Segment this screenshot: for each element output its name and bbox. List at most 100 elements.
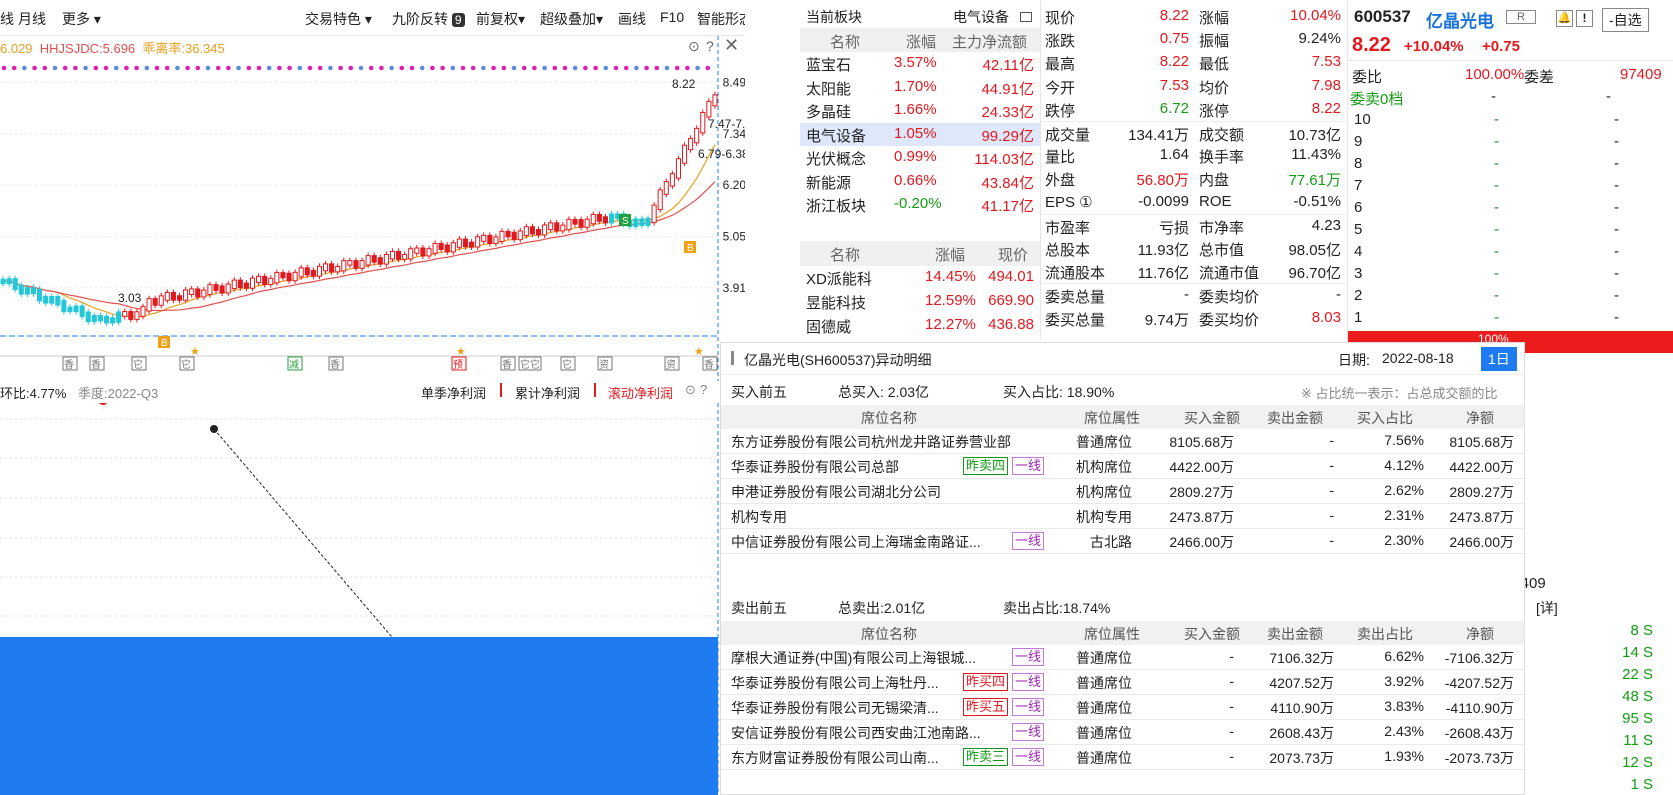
broker-row[interactable]: 华泰证券股份有限公司无锡梁清... 昨买五 一线 普通席位 -4110.90万 3.83%… <box>721 695 1524 720</box>
tab-single-quarter[interactable]: 单季净利润 <box>421 383 486 402</box>
broker-row[interactable]: 申港证券股份有限公司湖北分公司 机构席位 2809.27万 - 2.62% 2809.27… <box>721 479 1524 504</box>
level-price: - <box>1494 177 1499 194</box>
tab-rolling[interactable]: 滚动净利润 <box>608 383 673 402</box>
help-icon-2[interactable]: ⊙ <box>685 382 696 398</box>
broker-row[interactable]: 中信证券股份有限公司上海瑞金南路证... 一线 古北路 2466.00万 - 2.30% 2… <box>721 529 1524 554</box>
period-button[interactable]: 1日 <box>1481 347 1517 371</box>
bell-icon[interactable]: 🔔 <box>1556 10 1573 27</box>
candle-body <box>225 283 231 294</box>
quote-value: -0.0099 <box>1138 192 1189 210</box>
candle-body <box>55 295 61 306</box>
broker-row[interactable]: 机构专用 机构专用 2473.87万 - 2.31% 2473.87万 <box>721 504 1524 529</box>
price-tick: 7.34 <box>723 127 745 141</box>
broker-row[interactable]: 华泰证券股份有限公司上海牡丹... 昨买四 一线 普通席位 -4207.52万 3.92%… <box>721 670 1524 695</box>
candle-body <box>249 277 256 289</box>
price-annotation: 3.03 <box>118 291 142 305</box>
price-annotation: 8.22 <box>672 77 696 91</box>
toolbar-item-adjust[interactable]: 前复权▾ <box>476 9 525 29</box>
tick-trade: 95 S <box>1622 710 1653 727</box>
quote-value: 96.70亿 <box>1288 265 1341 283</box>
broker-name: 摩根大通证券(中国)有限公司上海银城... <box>731 650 976 666</box>
candle-body <box>675 158 681 179</box>
broker-row[interactable]: 东方财富证券股份有限公司山南... 昨卖三 一线 普通席位 -2073.73万 1.93%… <box>721 745 1524 770</box>
broker-row[interactable]: 华泰证券股份有限公司总部 昨卖四 一线 机构席位 4422.00万 - 4.12% 4422.… <box>721 454 1524 479</box>
quote-label: 市净率 <box>1199 219 1245 237</box>
quote-row: 今开 7.53 均价 7.98 <box>1041 75 1347 98</box>
signal-dot <box>83 65 88 71</box>
menu-icon[interactable] <box>1020 12 1032 22</box>
signal-dot <box>481 65 486 71</box>
sector-row[interactable]: 太阳能 1.70% 44.91亿 <box>800 76 1040 99</box>
broker-row[interactable]: 安信证券股份有限公司西安曲江池南路... 一线 普通席位 -2608.43万 2.43%… <box>721 720 1524 745</box>
candle-body <box>207 284 213 296</box>
event-icon-label: 它 <box>133 358 143 371</box>
toolbar-item-draw[interactable]: 画线 <box>618 9 646 29</box>
quote-value: 9.74万 <box>1144 311 1189 329</box>
signal-dot <box>62 65 68 71</box>
sector-flow: 42.11亿 <box>982 57 1034 74</box>
sector-row[interactable]: 多晶硅 1.66% 24.33亿 <box>800 99 1040 122</box>
stock-row[interactable]: XD派能科 14.45% 494.01 <box>800 266 1040 290</box>
candle-body <box>608 213 615 224</box>
candle-body <box>438 242 444 250</box>
candle-body <box>67 306 73 313</box>
toolbar-item-smart-pattern[interactable]: 智能形态 <box>697 9 745 29</box>
stock-row[interactable]: 昱能科技 12.59% 669.90 <box>800 290 1040 314</box>
quote-label: 总股本 <box>1045 242 1091 259</box>
help-icon-3[interactable]: ? <box>700 382 707 397</box>
broker-row[interactable]: 东方证券股份有限公司杭州龙井路证券营业部 普通席位 8105.68万 - 7.56% 81… <box>721 429 1524 454</box>
quote-label: 振幅 <box>1199 33 1230 51</box>
toolbar-item-overlay[interactable]: 超级叠加▾ <box>540 9 603 29</box>
signal-dot <box>440 65 445 71</box>
candle-body <box>578 219 584 228</box>
moving-average-line <box>3 181 716 312</box>
sector-row[interactable]: 蓝宝石 3.57% 42.11亿 <box>800 52 1040 75</box>
quote-value: 98.05亿 <box>1288 242 1341 259</box>
stock-row[interactable]: 固德威 12.27% 436.88 <box>800 314 1040 338</box>
signal-dot <box>164 65 170 71</box>
stock-price: 669.90 <box>988 292 1034 309</box>
toolbar-item-f10[interactable]: F10 <box>660 9 684 25</box>
toolbar-item-nine-reversal[interactable]: 九阶反转 9 <box>392 9 465 29</box>
detail-link[interactable]: [详] <box>1536 598 1558 618</box>
quote-label: 外盘 <box>1045 172 1076 190</box>
date-value[interactable]: 2022-08-18 <box>1382 350 1454 366</box>
signal-dot <box>501 65 507 71</box>
toolbar-item-more[interactable]: 更多 ▾ <box>62 9 101 29</box>
candle-body <box>329 263 335 273</box>
candle-body <box>91 314 97 323</box>
sector-row[interactable]: 新能源 0.66% 43.84亿 <box>800 170 1040 193</box>
signal-dot <box>103 65 109 71</box>
signal-dot <box>226 65 231 71</box>
toolbar-item-month[interactable]: 月线 <box>18 9 46 29</box>
self-select-button[interactable]: -自选 <box>1602 8 1649 32</box>
quote-label: 市盈率 <box>1045 219 1091 237</box>
sector-row[interactable]: 光伏概念 0.99% 114.03亿 <box>800 146 1040 169</box>
sector-row[interactable]: 电气设备 1.05% 99.29亿 <box>800 122 1040 146</box>
signal-dot <box>583 65 588 71</box>
toolbar-item-line[interactable]: 线 <box>0 9 14 29</box>
seat-attribute: 古北路 <box>1090 534 1132 550</box>
signal-dot <box>532 65 537 71</box>
toolbar-item-trade-feature[interactable]: 交易特色 ▾ <box>305 9 372 29</box>
candle-body <box>663 181 669 195</box>
quote-label: 涨停 <box>1199 102 1230 120</box>
candle-body <box>359 260 365 269</box>
alert-icon[interactable]: ! <box>1576 10 1593 27</box>
signal-dot <box>379 65 384 71</box>
sector-row[interactable]: 浙江板块 -0.20% 41.17亿 <box>800 193 1040 216</box>
net-amount: 2473.87万 <box>1449 509 1514 525</box>
weibi-value: 100.00% <box>1465 66 1525 83</box>
broker-row[interactable]: 摩根大通证券(中国)有限公司上海银城... 一线 普通席位 -7106.32万 6.62… <box>721 645 1524 670</box>
signal-dot <box>348 65 354 71</box>
event-icon-label: 它 <box>562 358 572 371</box>
kline-chart[interactable]: 6.029 HHJSJDC:5.696 乖离率:36.345 ⊙ ? ✕ BBS… <box>0 35 745 381</box>
tab-cumulative[interactable]: 累计净利润 <box>515 383 580 402</box>
stock-pct: +10.04% <box>1404 38 1464 55</box>
quote-value: 4.23 <box>1311 216 1341 234</box>
signal-dot <box>277 65 282 71</box>
tier-one-tag: 一线 <box>1011 723 1044 741</box>
seat-attribute: 机构席位 <box>1076 484 1132 500</box>
candle-body <box>657 189 663 211</box>
candle-body <box>669 173 675 187</box>
